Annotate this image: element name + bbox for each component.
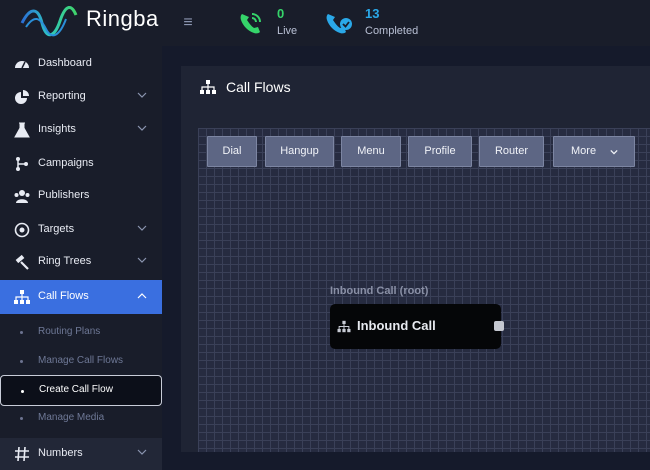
top-bar: Ringba ≡ 0 Live 13 Completed <box>0 0 650 46</box>
sidebar-item-label: Reporting <box>38 90 86 102</box>
page-header: Call Flows <box>181 66 650 108</box>
sidebar-item-numbers[interactable]: Numbers <box>0 438 162 470</box>
sidebar-subitem-manage-call-flows[interactable]: Manage Call Flows <box>0 347 162 375</box>
bullet-icon <box>20 360 23 363</box>
live-label: Live <box>277 25 298 37</box>
sidebar-subitem-label: Manage Call Flows <box>38 355 124 366</box>
sidebar-item-label: Ring Trees <box>38 255 92 267</box>
app-name: Ringba <box>86 6 159 31</box>
phone-live-icon <box>240 13 261 34</box>
sidebar-item-label: Call Flows <box>38 290 89 302</box>
sidebar-subitem-label: Routing Plans <box>38 326 101 337</box>
bullet-icon <box>21 390 24 393</box>
chevron-down-icon <box>610 149 618 155</box>
bullet-icon <box>20 331 23 334</box>
more-button-label: More <box>571 145 597 157</box>
sidebar-item-reporting[interactable]: Reporting <box>0 81 162 113</box>
completed-count: 13 <box>365 6 380 21</box>
phone-completed-icon <box>326 14 352 34</box>
sidebar-item-publishers[interactable]: Publishers <box>0 180 162 212</box>
sidebar-item-targets[interactable]: Targets <box>0 214 162 246</box>
sidebar-subitem-label: Create Call Flow <box>39 384 113 395</box>
sidebar-item-label: Insights <box>38 123 76 135</box>
live-calls-stat: 0 Live <box>237 6 317 40</box>
sidebar: Dashboard Reporting Insights Campaigns P… <box>0 46 162 470</box>
sidebar-subitem-routing-plans[interactable]: Routing Plans <box>0 318 162 346</box>
sidebar-item-call-flows[interactable]: Call Flows <box>0 280 162 314</box>
sidebar-item-label: Campaigns <box>38 157 94 169</box>
node-title: Inbound Call <box>357 318 436 333</box>
dial-button[interactable]: Dial <box>207 136 257 167</box>
sitemap-icon <box>337 320 351 333</box>
bullet-icon <box>20 417 23 420</box>
sidebar-item-campaigns[interactable]: Campaigns <box>0 148 162 180</box>
completed-label: Completed <box>365 25 419 37</box>
inbound-call-node[interactable]: Inbound Call <box>330 304 504 349</box>
node-caption: Inbound Call (root) <box>330 285 429 297</box>
menu-button[interactable]: Menu <box>341 136 401 167</box>
users-icon <box>14 190 30 203</box>
sidebar-item-insights[interactable]: Insights <box>0 114 162 146</box>
menu-toggle-icon[interactable]: ≡ <box>179 14 197 32</box>
chevron-down-icon <box>137 449 147 455</box>
sitemap-icon <box>200 80 216 94</box>
hangup-button[interactable]: Hangup <box>265 136 334 167</box>
chevron-down-icon <box>137 225 147 231</box>
flask-icon <box>14 122 30 138</box>
sitemap-icon <box>14 290 30 304</box>
dashboard-icon <box>15 61 29 69</box>
sidebar-item-label: Targets <box>38 223 75 235</box>
router-button[interactable]: Router <box>479 136 544 167</box>
chevron-down-icon <box>137 125 147 131</box>
sidebar-subitem-label: Manage Media <box>38 412 105 423</box>
sidebar-item-dashboard[interactable]: Dashboard <box>0 48 162 80</box>
more-button[interactable]: More <box>553 136 635 167</box>
branch-icon <box>16 157 28 171</box>
gavel-icon <box>15 254 29 270</box>
live-count: 0 <box>277 6 285 21</box>
node-output-port[interactable] <box>494 321 504 331</box>
sidebar-item-label: Dashboard <box>38 57 92 69</box>
chevron-up-icon <box>137 293 147 299</box>
completed-calls-stat: 13 Completed <box>325 6 425 40</box>
sidebar-item-label: Numbers <box>38 447 83 459</box>
hash-icon <box>15 446 29 462</box>
chevron-down-icon <box>137 257 147 263</box>
sidebar-subitem-manage-media[interactable]: Manage Media <box>0 404 162 432</box>
pie-chart-icon <box>15 90 29 104</box>
sidebar-item-ring-trees[interactable]: Ring Trees <box>0 246 162 278</box>
sidebar-item-label: Publishers <box>38 189 90 201</box>
chevron-down-icon <box>137 92 147 98</box>
profile-button[interactable]: Profile <box>408 136 472 167</box>
sidebar-subitem-create-call-flow[interactable]: Create Call Flow <box>0 375 162 406</box>
target-icon <box>14 222 30 238</box>
page-title: Call Flows <box>226 79 291 95</box>
